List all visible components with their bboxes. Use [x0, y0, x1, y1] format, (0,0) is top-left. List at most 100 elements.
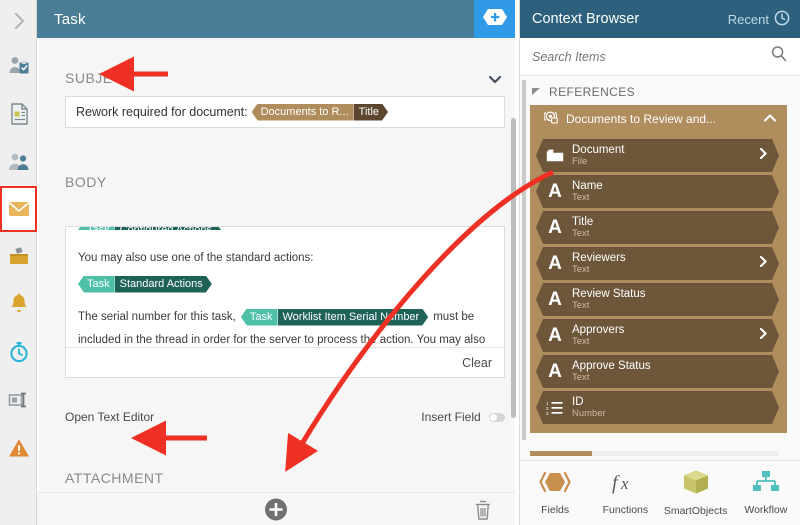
body-editor[interactable]: Task Configured Actions You may also use…: [65, 226, 505, 378]
list-item-name: Approvers: [572, 324, 625, 337]
inbox-icon: [7, 244, 31, 268]
footer-tab-smartobjects[interactable]: SmartObjects: [662, 469, 730, 517]
list-item[interactable]: A Reviewers Text: [536, 247, 779, 280]
chip-context: Documents to R...: [251, 103, 354, 121]
folder-icon: [544, 148, 566, 163]
footer-tab-workflow[interactable]: Workflow: [732, 470, 800, 516]
letter-a-icon: A: [548, 361, 562, 382]
reference-group-header[interactable]: Documents to Review and...: [530, 105, 787, 133]
footer-tab-label: Workflow: [744, 504, 788, 516]
references-label: REFERENCES: [549, 85, 636, 99]
context-browser-panel: Context Browser Recent Search Items REFE…: [519, 0, 800, 525]
context-browser-footer: Fields f x Functions SmartObjects Workfl…: [520, 460, 800, 525]
warning-triangle-icon: [7, 436, 31, 460]
search-row[interactable]: [520, 38, 800, 76]
subject-field-chip[interactable]: Documents to R... Title: [251, 103, 388, 121]
task-scroll-area[interactable]: SUBJECT Rework required for document: Do…: [37, 38, 516, 525]
body-links-row: Open Text Editor Insert Field: [65, 410, 505, 424]
list-item-type: Text: [572, 191, 590, 203]
sidebar-item-input-field[interactable]: [0, 376, 37, 424]
hexagon-brackets-icon: [538, 470, 572, 499]
references-header[interactable]: REFERENCES: [520, 76, 800, 105]
body-chip-standard-actions[interactable]: Task Standard Actions: [78, 275, 212, 293]
sidebar-item-form[interactable]: [0, 90, 37, 138]
sidebar-item-timer[interactable]: [0, 328, 37, 376]
references-area[interactable]: REFERENCES Documents to Review and... Do…: [520, 76, 800, 448]
list-item[interactable]: A Title Text: [536, 211, 779, 244]
chip-property: Worklist Item Serial Number: [278, 309, 429, 326]
open-text-editor-link[interactable]: Open Text Editor: [65, 410, 154, 424]
person-clipboard-icon: [7, 54, 31, 78]
chevron-up-icon[interactable]: [763, 112, 777, 126]
sidebar-item-email[interactable]: [0, 186, 37, 232]
list-item[interactable]: A Approvers Text: [536, 319, 779, 352]
recent-button[interactable]: Recent: [728, 10, 790, 29]
list-item-type: Text: [572, 227, 590, 239]
references-horizontal-scrollbar[interactable]: [530, 451, 778, 456]
chevron-right-icon[interactable]: [758, 255, 769, 273]
chevron-right-icon[interactable]: [758, 327, 769, 345]
list-item-type: Text: [572, 371, 590, 383]
smartobject-icon: [544, 110, 559, 128]
sidebar-item-users[interactable]: [0, 138, 37, 186]
clear-button[interactable]: Clear: [462, 356, 492, 370]
footer-tab-fields[interactable]: Fields: [521, 470, 589, 516]
list-item[interactable]: A Review Status Text: [536, 283, 779, 316]
body-toolbar: Clear: [66, 347, 504, 377]
list-item[interactable]: A Approve Status Text: [536, 355, 779, 388]
list-item-type: File: [572, 155, 588, 167]
chip-context: Task: [78, 275, 115, 293]
subject-text: Rework required for document:: [76, 105, 248, 119]
task-pane: Task SUBJECT Rework required for documen: [37, 0, 516, 525]
list-item-name: Reviewers: [572, 252, 626, 265]
list-item-type: Text: [572, 299, 590, 311]
svg-text:f: f: [612, 472, 620, 494]
chevron-right-icon: [7, 9, 31, 33]
add-task-button[interactable]: [474, 0, 515, 38]
subject-input[interactable]: Rework required for document: Documents …: [65, 96, 505, 128]
delete-button[interactable]: [473, 499, 493, 525]
list-item-name: Approve Status: [572, 360, 651, 373]
sidebar-item-escalation[interactable]: [0, 424, 37, 472]
scrollbar-thumb[interactable]: [530, 451, 592, 456]
cube-icon: [681, 469, 711, 500]
search-icon[interactable]: [770, 45, 788, 68]
trash-icon: [473, 500, 493, 525]
toggle-switch-icon[interactable]: [489, 413, 505, 423]
reference-group: Documents to Review and... Document File…: [530, 105, 787, 433]
chip-property: Configured Actions: [115, 226, 221, 230]
people-icon: [7, 150, 31, 174]
footer-tab-functions[interactable]: f x Functions: [591, 470, 659, 516]
add-attachment-button[interactable]: [264, 497, 289, 525]
chevron-right-icon[interactable]: [758, 147, 769, 165]
svg-text:x: x: [620, 474, 629, 493]
reference-item-list: Document File A Name Text A Title Text A…: [530, 133, 787, 433]
list-item-name: Name: [572, 180, 603, 193]
sidebar-item-notification[interactable]: [0, 280, 37, 328]
insert-field-toggle[interactable]: Insert Field: [421, 410, 505, 424]
sidebar-item-expand-panel[interactable]: [0, 0, 37, 42]
letter-a-icon: A: [548, 289, 562, 310]
sidebar-item-user-task[interactable]: [0, 42, 37, 90]
body-chip-serial-number[interactable]: Task Worklist Item Serial Number: [240, 308, 429, 326]
task-scrollbar[interactable]: [511, 118, 516, 418]
list-item-name: Title: [572, 216, 594, 229]
chevron-down-icon: [487, 72, 503, 89]
list-item[interactable]: 1 2 3 ID Number: [536, 391, 779, 424]
recent-label: Recent: [727, 11, 769, 27]
subject-collapse-toggle[interactable]: [487, 72, 503, 90]
list-item-type: Text: [572, 335, 590, 347]
subject-label: SUBJECT: [65, 70, 133, 86]
footer-tab-label: SmartObjects: [663, 505, 728, 517]
context-browser-header: Context Browser Recent: [520, 0, 800, 38]
search-input[interactable]: [532, 49, 742, 64]
references-vertical-scrollbar[interactable]: [522, 80, 526, 440]
list-item[interactable]: A Name Text: [536, 175, 779, 208]
sidebar-item-archive[interactable]: [0, 232, 37, 280]
body-line-2b: must be: [433, 310, 475, 323]
fx-icon: f x: [608, 470, 642, 499]
body-chip-configured-actions[interactable]: Task Configured Actions: [78, 226, 221, 230]
org-chart-icon: [751, 470, 781, 499]
task-header: Task: [37, 0, 474, 38]
list-item[interactable]: Document File: [536, 139, 779, 172]
